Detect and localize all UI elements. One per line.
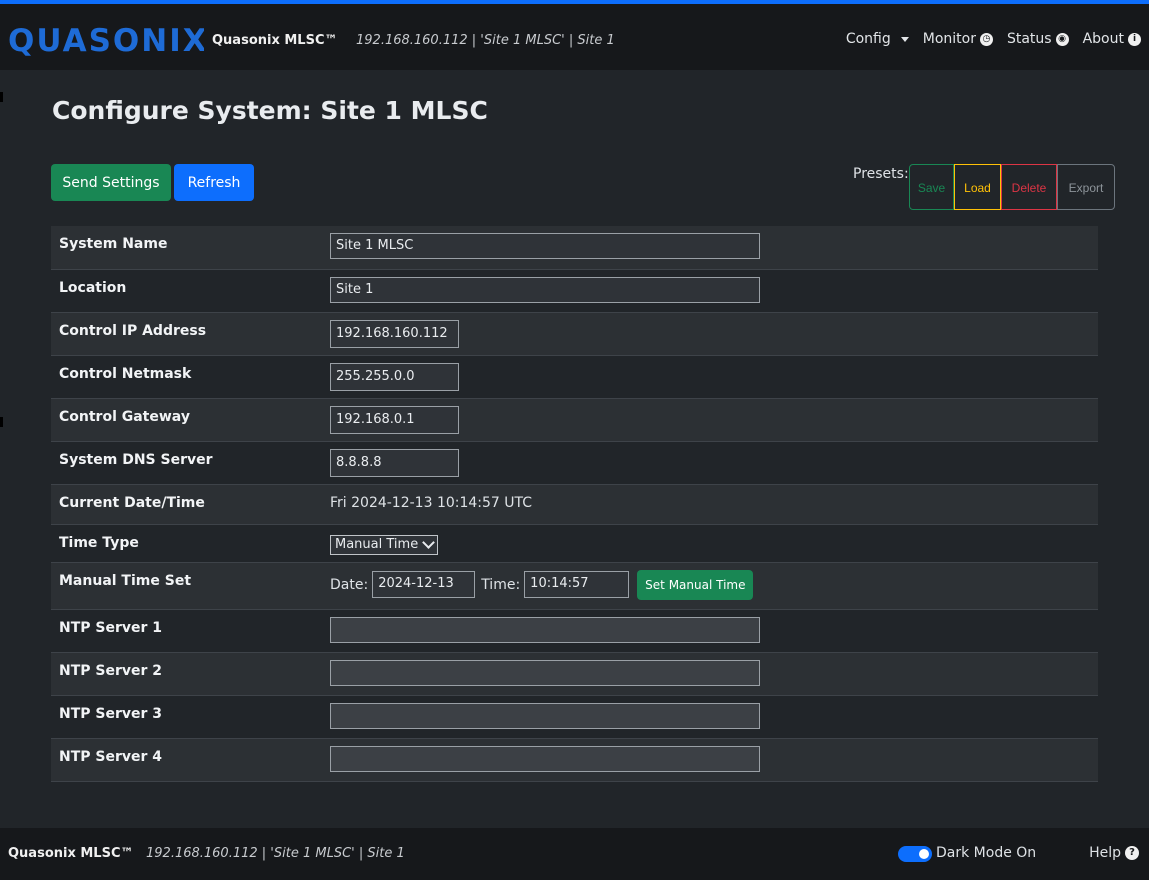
set-manual-time-button[interactable]: Set Manual Time	[637, 569, 754, 600]
time-type-selected: Manual Time	[335, 537, 419, 552]
info-icon: i	[1128, 32, 1141, 46]
quasonix-logo[interactable]: QUASONIX	[8, 21, 204, 57]
page-title: Configure System: Site 1 MLSC	[52, 96, 488, 125]
date-label: Date:	[330, 576, 369, 593]
table-row: Control IP Address 192.168.160.112	[51, 312, 1098, 356]
logo-text: QUASONIX	[8, 23, 204, 57]
toggle-knob	[919, 849, 929, 859]
nav-about-label: About	[1082, 31, 1124, 47]
help-label: Help	[1089, 845, 1121, 861]
footer-brand: Quasonix MLSC™	[8, 846, 134, 861]
time-type-label: Time Type	[51, 524, 322, 563]
preset-export-button[interactable]: Export	[1057, 164, 1115, 210]
nav-status[interactable]: Status ◉	[1007, 31, 1069, 47]
help-link[interactable]: Help ?	[1089, 845, 1139, 861]
location-label: Location	[51, 269, 322, 313]
presets-label: Presets:	[853, 166, 909, 182]
presets-button-group: Save Load Delete Export	[909, 164, 1115, 210]
table-row: Manual Time Set Date: 2024-12-13 Time: 1…	[51, 562, 1098, 610]
preset-delete-button[interactable]: Delete	[1001, 164, 1057, 210]
time-type-select[interactable]: Manual Time	[330, 534, 439, 555]
control-gateway-label: Control Gateway	[51, 398, 322, 442]
navbar-system-info: 192.168.160.112 | 'Site 1 MLSC' | Site 1	[356, 33, 615, 48]
ntp-server-1-label: NTP Server 1	[51, 609, 322, 653]
table-row: System DNS Server 8.8.8.8	[51, 441, 1098, 485]
nav-monitor-label: Monitor	[922, 31, 976, 47]
footer-system-info: 192.168.160.112 | 'Site 1 MLSC' | Site 1	[146, 846, 405, 861]
settings-table: System Name Site 1 MLSC Location Site 1 …	[51, 226, 1098, 782]
ntp-server-2-input[interactable]	[330, 659, 760, 686]
preset-save-button[interactable]: Save	[909, 164, 954, 210]
time-label: Time:	[481, 576, 521, 593]
eye-icon: ◉	[1055, 32, 1069, 46]
manual-time-controls: Date: 2024-12-13 Time: 10:14:57 Set Manu…	[330, 569, 1090, 600]
edge-divider	[0, 92, 3, 102]
control-gateway-input[interactable]: 192.168.0.1	[330, 405, 459, 434]
dark-mode-toggle[interactable]	[898, 846, 932, 862]
control-netmask-label: Control Netmask	[51, 355, 322, 399]
manual-time-set-label: Manual Time Set	[51, 562, 322, 610]
ntp-server-4-label: NTP Server 4	[51, 738, 322, 782]
nav-config-dropdown[interactable]: Config	[846, 31, 909, 47]
control-netmask-input[interactable]: 255.255.0.0	[330, 362, 459, 391]
dns-server-input[interactable]: 8.8.8.8	[330, 448, 459, 477]
control-ip-input[interactable]: 192.168.160.112	[330, 319, 459, 348]
table-row: Time Type Manual Time	[51, 524, 1098, 563]
navbar-brand: Quasonix MLSC™	[212, 33, 338, 48]
refresh-button[interactable]: Refresh	[174, 164, 254, 201]
nav-about[interactable]: About i	[1083, 31, 1141, 47]
edge-divider	[0, 417, 3, 427]
top-navbar: QUASONIX Quasonix MLSC™ 192.168.160.112 …	[0, 0, 1149, 70]
nav-status-label: Status	[1006, 31, 1052, 47]
table-row: NTP Server 1	[51, 609, 1098, 653]
current-datetime-label: Current Date/Time	[51, 484, 322, 525]
table-row: NTP Server 4	[51, 738, 1098, 782]
ntp-server-3-input[interactable]	[330, 702, 760, 729]
question-icon: ?	[1125, 846, 1139, 860]
caret-down-icon	[900, 36, 909, 42]
manual-date-input[interactable]: 2024-12-13	[372, 571, 476, 598]
dns-server-label: System DNS Server	[51, 441, 322, 485]
table-row: System Name Site 1 MLSC	[51, 226, 1098, 270]
dark-mode-label: Dark Mode On	[936, 845, 1037, 861]
ntp-server-1-input[interactable]	[330, 616, 760, 643]
table-row: NTP Server 3	[51, 695, 1098, 739]
send-settings-button[interactable]: Send Settings	[51, 164, 171, 201]
clock-icon: ◷	[979, 32, 993, 46]
table-row: Control Gateway 192.168.0.1	[51, 398, 1098, 442]
location-input[interactable]: Site 1	[330, 276, 760, 303]
table-row: Control Netmask 255.255.0.0	[51, 355, 1098, 399]
table-row: Location Site 1	[51, 269, 1098, 313]
nav-monitor[interactable]: Monitor ◷	[923, 31, 993, 47]
ntp-server-3-label: NTP Server 3	[51, 695, 322, 739]
nav-menu: Config Monitor ◷ Status ◉ About i	[846, 31, 1141, 47]
preset-load-button[interactable]: Load	[954, 164, 1001, 210]
table-row: NTP Server 2	[51, 652, 1098, 696]
nav-config-label: Config	[845, 31, 891, 47]
ntp-server-2-label: NTP Server 2	[51, 652, 322, 696]
system-name-input[interactable]: Site 1 MLSC	[330, 233, 760, 259]
control-ip-label: Control IP Address	[51, 312, 322, 356]
table-row: Current Date/Time Fri 2024-12-13 10:14:5…	[51, 484, 1098, 525]
manual-time-input[interactable]: 10:14:57	[524, 571, 630, 598]
footer-bar: Quasonix MLSC™ 192.168.160.112 | 'Site 1…	[0, 828, 1149, 880]
current-datetime-value: Fri 2024-12-13 10:14:57 UTC	[322, 484, 1098, 525]
chevron-down-icon	[422, 536, 436, 549]
system-name-label: System Name	[51, 226, 322, 270]
ntp-server-4-input[interactable]	[330, 745, 760, 772]
